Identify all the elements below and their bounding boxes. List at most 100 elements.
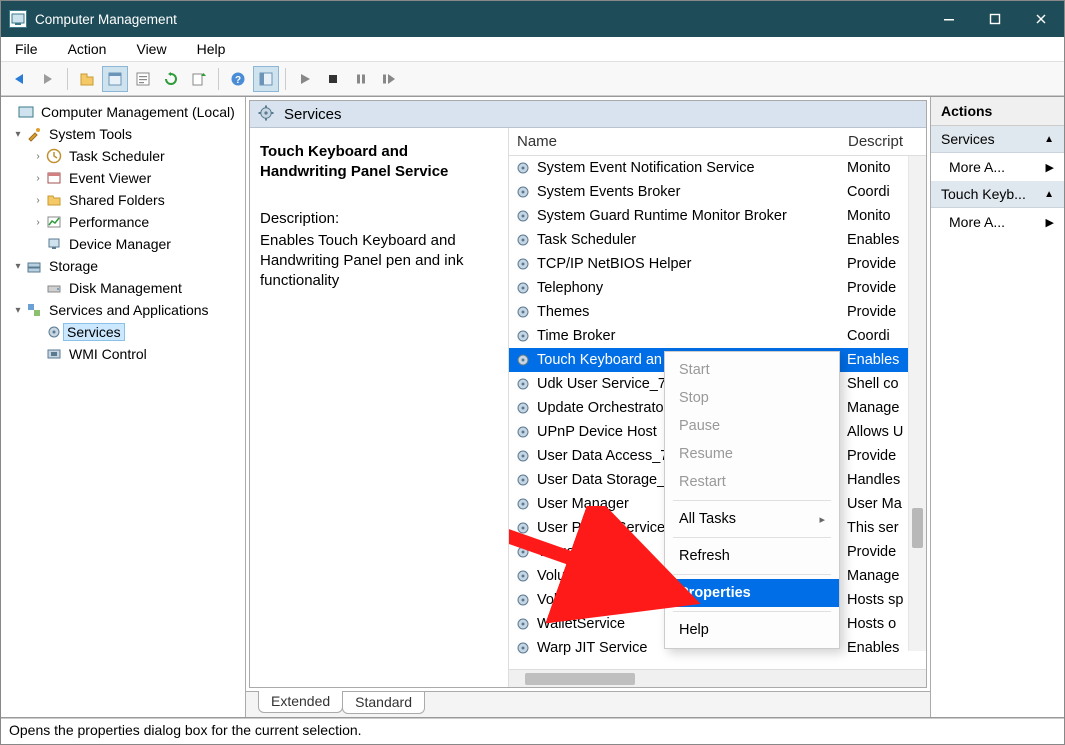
restart-service-button[interactable]: [376, 66, 402, 92]
service-row[interactable]: System Events Broker Coordi: [509, 180, 926, 204]
service-row[interactable]: Telephony Provide: [509, 276, 926, 300]
toolbar-view-icon[interactable]: [102, 66, 128, 92]
tree-item-services[interactable]: Services: [3, 321, 243, 343]
context-menu-item[interactable]: Properties: [665, 579, 839, 607]
service-list: Name Descript System Event Notification …: [508, 128, 926, 687]
tree-item-icon: [45, 191, 63, 209]
gear-icon: [513, 206, 533, 226]
context-menu-item[interactable]: Refresh: [665, 542, 839, 570]
tree-item-icon: [45, 235, 63, 253]
status-bar: Opens the properties dialog box for the …: [1, 718, 1064, 744]
refresh-button[interactable]: [158, 66, 184, 92]
gear-icon: [513, 518, 533, 538]
gear-icon: [513, 566, 533, 586]
arrow-right-icon: ▶: [1046, 216, 1054, 229]
pause-service-button[interactable]: [348, 66, 374, 92]
arrow-right-icon: ▶: [1046, 161, 1054, 174]
gear-icon: [513, 326, 533, 346]
tab-extended[interactable]: Extended: [258, 691, 343, 713]
tree-item-icon: [45, 323, 63, 341]
tree-item[interactable]: › Performance: [3, 211, 243, 233]
forward-button[interactable]: [35, 66, 61, 92]
context-menu-separator: [673, 537, 831, 538]
toolbar-sep: [285, 68, 286, 90]
tab-standard[interactable]: Standard: [342, 692, 425, 714]
tree-services-apps[interactable]: ▾ Services and Applications: [3, 299, 243, 321]
context-menu-item: Resume: [665, 440, 839, 468]
tree-system-tools[interactable]: ▾ System Tools: [3, 123, 243, 145]
view-tabs: Extended Standard: [246, 691, 930, 717]
disk-icon: [45, 279, 63, 297]
services-header: Services: [250, 101, 926, 128]
horizontal-scrollbar[interactable]: [509, 669, 926, 687]
list-columns[interactable]: Name Descript: [509, 128, 926, 156]
actions-more-services[interactable]: More A...▶: [931, 153, 1064, 181]
tree-item[interactable]: WMI Control: [3, 343, 243, 365]
menu-file[interactable]: File: [9, 39, 44, 59]
gear-icon: [513, 422, 533, 442]
col-description[interactable]: Descript: [844, 133, 926, 150]
service-detail: Touch Keyboard and Handwriting Panel Ser…: [250, 128, 508, 687]
tree-storage[interactable]: ▾ Storage: [3, 255, 243, 277]
gear-icon: [513, 230, 533, 250]
properties-button-icon[interactable]: [130, 66, 156, 92]
storage-icon: [25, 257, 43, 275]
service-row[interactable]: TCP/IP NetBIOS Helper Provide: [509, 252, 926, 276]
context-menu-item[interactable]: All Tasks▸: [665, 505, 839, 533]
service-row[interactable]: Themes Provide: [509, 300, 926, 324]
submenu-arrow-icon: ▸: [819, 513, 825, 526]
actions-section-selected[interactable]: Touch Keyb... ▲: [931, 181, 1064, 208]
service-row[interactable]: System Event Notification Service Monito: [509, 156, 926, 180]
window-title: Computer Management: [35, 12, 926, 27]
tools-icon: [25, 125, 43, 143]
tree-root[interactable]: Computer Management (Local): [3, 101, 243, 123]
help-button[interactable]: ?: [225, 66, 251, 92]
actions-section-label: Services: [941, 131, 995, 147]
context-menu-separator: [673, 574, 831, 575]
menu-help[interactable]: Help: [191, 39, 232, 59]
start-service-button[interactable]: [292, 66, 318, 92]
menu-view[interactable]: View: [130, 39, 172, 59]
tree-item[interactable]: › Shared Folders: [3, 189, 243, 211]
tree-item[interactable]: Device Manager: [3, 233, 243, 255]
context-menu-item[interactable]: Help: [665, 616, 839, 644]
vertical-scrollbar[interactable]: [908, 156, 926, 651]
tree-item-icon: [45, 213, 63, 231]
back-button[interactable]: [7, 66, 33, 92]
gear-icon: [513, 614, 533, 634]
actions-section-services[interactable]: Services ▲: [931, 126, 1064, 153]
toolbar-sep: [218, 68, 219, 90]
service-row[interactable]: Time Broker Coordi: [509, 324, 926, 348]
service-row[interactable]: System Guard Runtime Monitor Broker Moni…: [509, 204, 926, 228]
gear-icon: [513, 494, 533, 514]
stop-service-button[interactable]: [320, 66, 346, 92]
service-row[interactable]: Task Scheduler Enables: [509, 228, 926, 252]
toolbar: ?: [1, 62, 1064, 96]
toolbar-sep: [67, 68, 68, 90]
close-button[interactable]: [1018, 1, 1064, 37]
tree-item[interactable]: Disk Management: [3, 277, 243, 299]
gear-icon: [513, 182, 533, 202]
context-menu: StartStopPauseResumeRestartAll Tasks▸Ref…: [664, 351, 840, 649]
minimize-button[interactable]: [926, 1, 972, 37]
tree-item[interactable]: › Event Viewer: [3, 167, 243, 189]
app-icon: [9, 10, 27, 28]
tree-item[interactable]: › Task Scheduler: [3, 145, 243, 167]
tree-item-icon: [45, 147, 63, 165]
actions-pane: Actions Services ▲ More A...▶ Touch Keyb…: [931, 97, 1064, 717]
gear-icon: [513, 446, 533, 466]
actions-header: Actions: [931, 97, 1064, 126]
col-name[interactable]: Name: [509, 133, 844, 150]
gear-icon: [513, 254, 533, 274]
export-button[interactable]: [186, 66, 212, 92]
context-menu-item: Stop: [665, 384, 839, 412]
context-menu-separator: [673, 500, 831, 501]
show-hide-tree-button[interactable]: [74, 66, 100, 92]
menu-action[interactable]: Action: [62, 39, 113, 59]
tree-panel[interactable]: Computer Management (Local) ▾ System Too…: [1, 97, 246, 717]
maximize-button[interactable]: [972, 1, 1018, 37]
services-apps-icon: [25, 301, 43, 319]
gear-icon: [513, 374, 533, 394]
actions-more-selected[interactable]: More A...▶: [931, 208, 1064, 236]
toolbar-detail-icon[interactable]: [253, 66, 279, 92]
